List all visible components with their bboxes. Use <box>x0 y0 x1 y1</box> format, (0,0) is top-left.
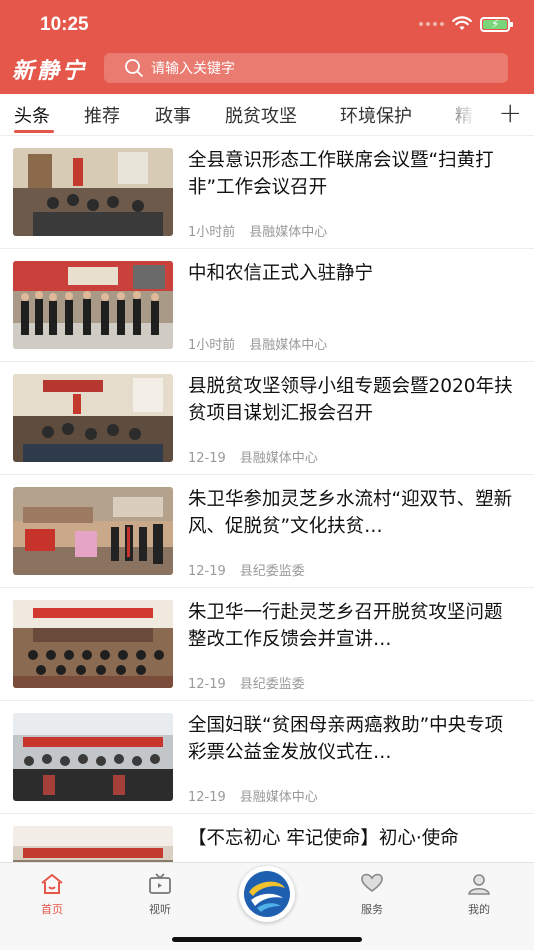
tv-icon <box>149 873 171 894</box>
battery-icon: ⚡ <box>480 16 513 32</box>
channel-tabs: 头条 推荐 政事 脱贫攻坚 环境保护 精准 + <box>0 94 534 136</box>
status-bar: 10:25 ⚡ <box>0 0 534 48</box>
tabbar-service[interactable]: 服务 <box>342 873 402 917</box>
tab-headline[interactable]: 头条 <box>14 102 50 128</box>
wifi-icon <box>452 16 472 30</box>
news-thumbnail <box>13 600 173 688</box>
news-title: 朱卫华一行赴灵芝乡召开脱贫攻坚问题整改工作反馈会并宣讲… <box>188 602 503 650</box>
news-thumbnail <box>13 261 173 349</box>
news-source: 县纪委监委 <box>239 677 305 692</box>
news-item[interactable]: 朱卫华一行赴灵芝乡召开脱贫攻坚问题整改工作反馈会并宣讲… 12-19 县纪委监委 <box>0 588 534 701</box>
tabbar-profile[interactable]: 我的 <box>449 873 509 917</box>
news-meta: 12-19 县纪委监委 <box>188 560 305 579</box>
news-time: 1小时前 <box>188 338 236 353</box>
heart-hands-icon <box>361 873 383 893</box>
plus-icon[interactable]: + <box>499 96 522 129</box>
news-title: 全国妇联“贫困母亲两癌救助”中央专项彩票公益金发放仪式在… <box>188 715 504 763</box>
news-source: 县融媒体中心 <box>249 338 328 353</box>
news-title: 县脱贫攻坚领导小组专题会暨2020年扶贫项目谋划汇报会召开 <box>188 376 513 424</box>
news-item[interactable]: 全县意识形态工作联席会议暨“扫黄打非”工作会议召开 1小时前 县融媒体中心 <box>0 136 534 249</box>
search-bar[interactable]: 请输入关键字 <box>104 53 508 83</box>
news-source: 县融媒体中心 <box>239 451 318 466</box>
home-indicator <box>172 937 362 942</box>
news-source: 县融媒体中心 <box>249 225 328 240</box>
tabbar-label: 服务 <box>361 903 383 916</box>
news-thumbnail <box>13 487 173 575</box>
news-thumbnail <box>13 713 173 801</box>
signal-icon <box>419 22 444 26</box>
tabbar-home[interactable]: 首页 <box>22 873 82 917</box>
app-logo[interactable] <box>239 866 295 922</box>
tabbar-label: 视听 <box>149 903 171 916</box>
news-meta: 12-19 县融媒体中心 <box>188 786 318 805</box>
home-icon <box>41 874 63 894</box>
news-source: 县纪委监委 <box>239 564 305 579</box>
tabbar-media[interactable]: 视听 <box>130 873 190 917</box>
news-meta: 1小时前 县融媒体中心 <box>188 334 327 353</box>
news-time: 1小时前 <box>188 225 236 240</box>
app-header: 10:25 ⚡ 新静宁 请输入关键字 <box>0 0 534 94</box>
news-thumbnail <box>13 148 173 236</box>
news-source: 县融媒体中心 <box>239 790 318 805</box>
news-thumbnail <box>13 826 173 862</box>
news-feed: 全县意识形态工作联席会议暨“扫黄打非”工作会议召开 1小时前 县融媒体中心 中和农… <box>0 136 534 862</box>
news-title: 中和农信正式入驻静宁 <box>188 263 374 284</box>
search-icon <box>125 59 143 77</box>
tab-politics[interactable]: 政事 <box>155 102 191 128</box>
news-item[interactable]: 县脱贫攻坚领导小组专题会暨2020年扶贫项目谋划汇报会召开 12-19 县融媒体中… <box>0 362 534 475</box>
tab-environment[interactable]: 环境保护 <box>340 102 412 128</box>
tabbar-label: 我的 <box>468 903 490 916</box>
news-thumbnail <box>13 374 173 462</box>
news-time: 12-19 <box>188 677 226 692</box>
tab-recommend[interactable]: 推荐 <box>84 102 120 128</box>
app-logo-text: 新静宁 <box>12 58 88 84</box>
active-tab-indicator <box>14 130 54 133</box>
tab-fade <box>440 94 494 135</box>
news-time: 12-19 <box>188 564 226 579</box>
tabbar-label: 首页 <box>41 903 63 916</box>
status-icons: ⚡ <box>419 16 513 32</box>
news-item[interactable]: 全国妇联“贫困母亲两癌救助”中央专项彩票公益金发放仪式在… 12-19 县融媒体中… <box>0 701 534 814</box>
news-item[interactable]: 朱卫华参加灵芝乡水流村“迎双节、塑新风、促脱贫”文化扶贫… 12-19 县纪委监委 <box>0 475 534 588</box>
news-title: 【不忘初心 牢记使命】初心·使命 <box>188 828 459 849</box>
tab-poverty-alleviation[interactable]: 脱贫攻坚 <box>225 102 297 128</box>
news-meta: 12-19 县融媒体中心 <box>188 447 318 466</box>
news-meta: 12-19 县纪委监委 <box>188 673 305 692</box>
search-placeholder: 请输入关键字 <box>151 61 235 77</box>
user-icon <box>468 874 490 895</box>
news-meta: 1小时前 县融媒体中心 <box>188 221 327 240</box>
status-time: 10:25 <box>40 14 89 35</box>
news-title: 全县意识形态工作联席会议暨“扫黄打非”工作会议召开 <box>188 150 494 198</box>
news-time: 12-19 <box>188 451 226 466</box>
news-title: 朱卫华参加灵芝乡水流村“迎双节、塑新风、促脱贫”文化扶贫… <box>188 489 513 537</box>
news-item[interactable]: 中和农信正式入驻静宁 1小时前 县融媒体中心 <box>0 249 534 362</box>
news-time: 12-19 <box>188 790 226 805</box>
news-item[interactable]: 【不忘初心 牢记使命】初心·使命 <box>0 814 534 862</box>
